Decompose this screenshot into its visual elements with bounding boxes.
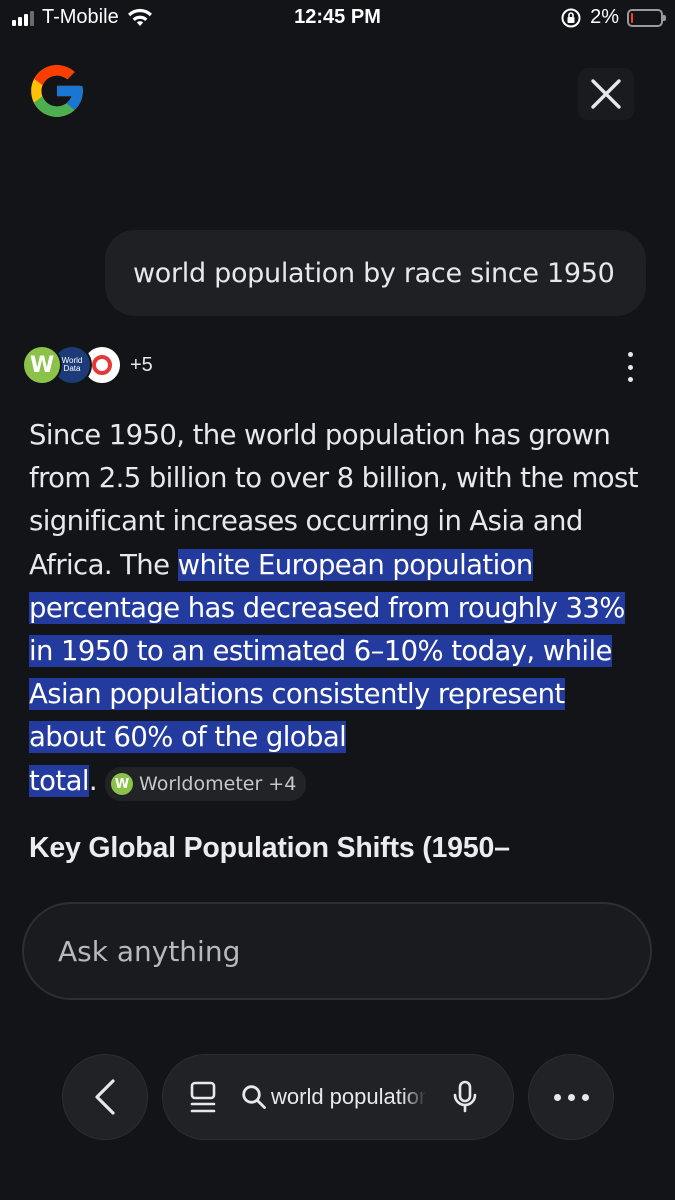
orientation-lock-icon	[561, 8, 581, 27]
battery-level-fill	[631, 12, 633, 23]
back-button[interactable]	[62, 1054, 148, 1140]
section-heading: Key Global Population Shifts (1950–	[29, 832, 510, 864]
worldometer-citation-icon: W	[111, 773, 134, 796]
more-dot	[567, 1093, 575, 1101]
citation-chip[interactable]: W Worldometer +4	[105, 767, 307, 802]
answer-highlight-end: total	[29, 764, 89, 797]
microphone-icon[interactable]	[452, 1080, 478, 1114]
ask-anything-input[interactable]: Ask anything	[22, 902, 652, 1000]
close-button[interactable]	[578, 68, 634, 120]
more-dot	[553, 1093, 561, 1101]
chevron-left-icon	[95, 1079, 115, 1115]
answer-text-after: .	[88, 764, 98, 797]
search-query-text[interactable]: world population by race since 1950	[271, 1084, 426, 1110]
worldometer-source-icon[interactable]: W	[22, 345, 62, 385]
tabs-icon[interactable]	[189, 1080, 219, 1114]
close-icon	[591, 79, 621, 109]
battery-icon	[627, 8, 666, 27]
battery-percent: 2%	[590, 6, 619, 28]
more-menu-button[interactable]	[528, 1054, 614, 1140]
search-pill[interactable]: world population by race since 1950	[162, 1054, 514, 1140]
status-bar: T-Mobile 12:45 PM 2%	[0, 0, 675, 38]
status-right: 2%	[560, 6, 666, 29]
sources-more-count[interactable]: +5	[130, 354, 153, 377]
more-dot	[581, 1093, 589, 1101]
user-query-text: world population by race since 1950	[133, 257, 615, 289]
more-options-icon[interactable]	[618, 352, 642, 382]
google-logo-icon	[31, 65, 83, 117]
world-data-label-2: Data	[63, 364, 81, 373]
sources-row[interactable]: W World Data +5	[22, 345, 153, 385]
citation-label: Worldometer +4	[139, 772, 297, 795]
search-icon	[242, 1085, 266, 1109]
user-query-bubble: world population by race since 1950	[105, 230, 646, 316]
ask-input-placeholder: Ask anything	[58, 934, 241, 968]
ai-answer-text: Since 1950, the world population has gro…	[29, 414, 649, 803]
